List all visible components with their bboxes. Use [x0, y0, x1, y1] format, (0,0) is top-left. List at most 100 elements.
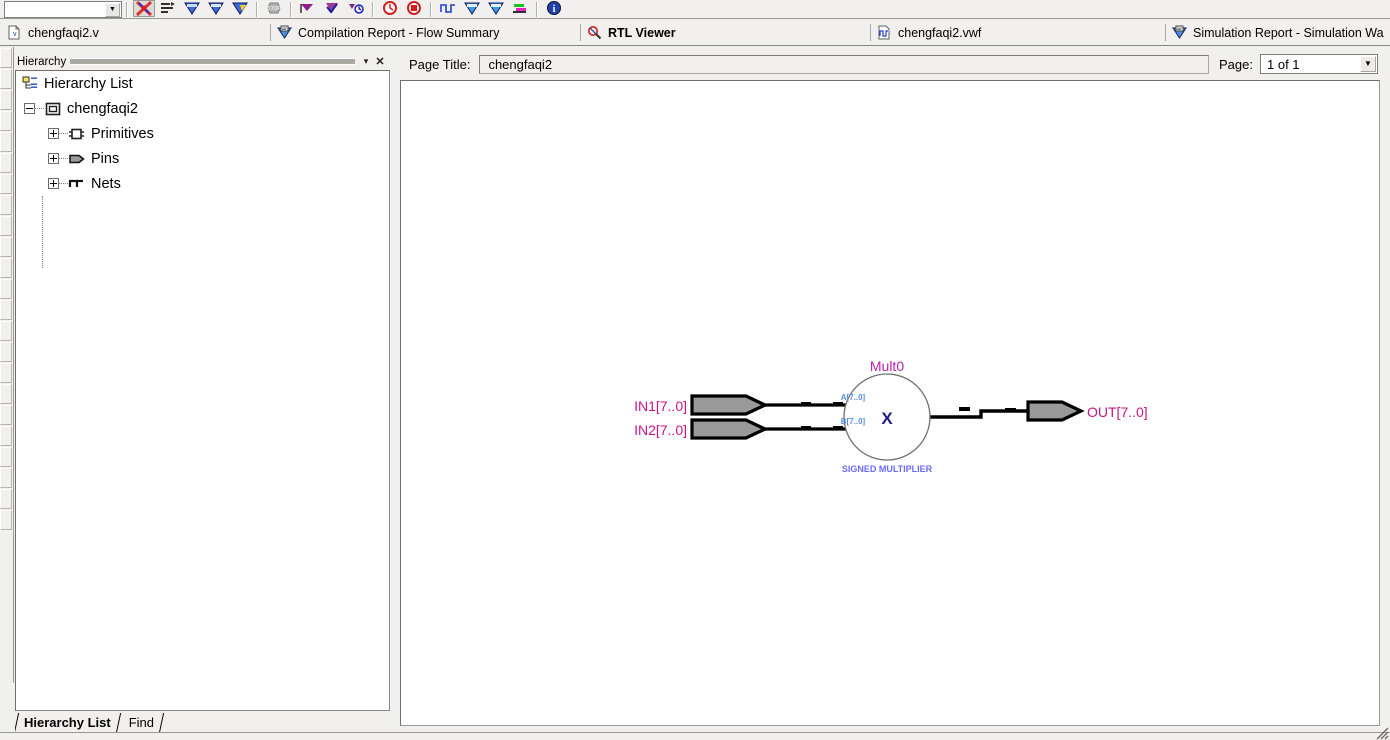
left-strip-button[interactable]	[0, 447, 12, 467]
left-strip-button[interactable]	[0, 195, 12, 215]
expand-toggle-icon[interactable]	[48, 128, 59, 139]
input-pin-in2[interactable]: IN2[7..0]	[634, 418, 769, 440]
document-tab-label: Compilation Report - Flow Summary	[298, 25, 500, 40]
output-pin-out[interactable]: OUT[7..0]	[1026, 400, 1148, 422]
hierarchy-panel: Hierarchy ▾ ✕ Hierarchy List chengfaqi2 …	[15, 54, 390, 733]
instance-type-label: SIGNED MULTIPLIER	[842, 464, 933, 474]
left-strip-button[interactable]	[0, 174, 12, 194]
rtl-schematic[interactable]: X Mult0 SIGNED MULTIPLIER A[7..0] B[7..0…	[401, 81, 1379, 725]
hierarchy-scope-combo[interactable]: ▼	[4, 1, 122, 18]
analysis-synthesis-icon[interactable]	[205, 0, 227, 17]
expand-toggle-icon[interactable]	[48, 178, 59, 189]
hierarchy-tree[interactable]: Hierarchy List chengfaqi2 Primitives Pin…	[15, 70, 390, 711]
svg-text:i: i	[553, 4, 556, 15]
pin-planner-icon[interactable]	[509, 0, 531, 17]
tree-item-label: Hierarchy List	[44, 75, 133, 92]
toolbar-separator	[126, 2, 128, 17]
expand-toggle-icon[interactable]	[48, 153, 59, 164]
page-select[interactable]: 1 of 1 ▼	[1260, 54, 1378, 74]
input-pin-label-in1: IN1[7..0]	[634, 398, 687, 414]
left-strip-button[interactable]	[0, 90, 12, 110]
tree-item-chengfaqi2[interactable]: chengfaqi2	[16, 96, 389, 121]
schematic-canvas[interactable]: X Mult0 SIGNED MULTIPLIER A[7..0] B[7..0…	[400, 80, 1380, 726]
left-strip-button[interactable]	[0, 405, 12, 425]
tab-hierarchy-list[interactable]: Hierarchy List	[15, 712, 121, 733]
page-label: Page:	[1219, 56, 1253, 72]
tree-item-pins[interactable]: Pins	[16, 146, 389, 171]
report-icon	[276, 25, 292, 41]
tree-connector	[59, 132, 68, 135]
document-tab-verilog[interactable]: v chengfaqi2.v	[0, 20, 270, 45]
left-strip-button[interactable]	[0, 300, 12, 320]
tab-edge	[15, 713, 20, 733]
tab-label: Hierarchy List	[24, 715, 111, 730]
toolbar-separator	[430, 2, 432, 17]
left-strip-button[interactable]	[0, 321, 12, 341]
page-title-label: Page Title:	[409, 56, 471, 72]
fitter-icon[interactable]	[229, 0, 251, 17]
tab-separator	[870, 24, 871, 41]
hierarchy-list-icon	[21, 76, 39, 92]
stop-processing-icon[interactable]: STOP	[263, 0, 285, 17]
left-strip-button[interactable]	[0, 153, 12, 173]
document-tab-compilation-report[interactable]: Compilation Report - Flow Summary	[270, 20, 580, 45]
hierarchy-panel-header: Hierarchy ▾ ✕	[15, 54, 390, 69]
tree-connector	[59, 157, 68, 160]
quartus-rtl-viewer-window: ▼ STOP i v chengfaqi2.v Compilation Repo…	[0, 0, 1390, 740]
tree-item-label: Nets	[91, 175, 121, 192]
page-select-value: 1 of 1	[1267, 56, 1300, 72]
left-strip-button[interactable]	[0, 279, 12, 299]
collapse-toggle-icon[interactable]	[24, 103, 35, 114]
programmer-icon[interactable]	[297, 0, 319, 17]
rtl-viewer-pane: Page Title: chengfaqi2 Page: 1 of 1 ▼ X …	[396, 50, 1390, 732]
left-strip-button[interactable]	[0, 216, 12, 236]
page-title-input[interactable]: chengfaqi2	[479, 54, 1210, 74]
left-tool-strip	[0, 47, 14, 683]
left-strip-button[interactable]	[0, 342, 12, 362]
left-strip-button[interactable]	[0, 384, 12, 404]
left-strip-button[interactable]	[0, 132, 12, 152]
chevron-down-icon[interactable]: ▼	[1360, 56, 1376, 72]
help-icon[interactable]: i	[543, 0, 565, 17]
tab-separator	[1165, 24, 1166, 41]
toolbar-separator	[372, 2, 374, 17]
tab-label: Find	[128, 715, 154, 730]
toolbar-separator	[290, 2, 292, 17]
left-strip-button[interactable]	[0, 111, 12, 131]
rtl-viewer-icon[interactable]	[461, 0, 483, 17]
technology-map-icon[interactable]	[485, 0, 507, 17]
rtl-viewer-toolbar: Page Title: chengfaqi2 Page: 1 of 1 ▼	[396, 50, 1390, 78]
left-strip-button[interactable]	[0, 258, 12, 278]
document-tab-rtl-viewer[interactable]: RTL Viewer	[580, 20, 870, 45]
document-tab-waveform-file[interactable]: chengfaqi2.vwf	[870, 20, 1165, 45]
timing-analyzer-icon[interactable]	[345, 0, 367, 17]
svg-text:v: v	[13, 31, 17, 38]
left-strip-button[interactable]	[0, 426, 12, 446]
tree-item-hierarchy-list[interactable]: Hierarchy List	[16, 71, 389, 96]
chevron-down-icon[interactable]: ▼	[105, 2, 120, 17]
close-icon[interactable]: ✕	[373, 55, 387, 68]
assignment-editor-icon[interactable]	[157, 0, 179, 17]
stop-simulation-icon[interactable]	[403, 0, 425, 17]
chevron-down-icon[interactable]: ▾	[359, 55, 373, 68]
document-tab-simulation-report[interactable]: Simulation Report - Simulation Wa	[1165, 20, 1390, 45]
start-simulation-icon[interactable]	[379, 0, 401, 17]
hierarchy-panel-tabs: Hierarchy List Find	[15, 711, 390, 733]
input-pin-in1[interactable]: IN1[7..0]	[634, 394, 769, 416]
left-strip-button[interactable]	[0, 489, 12, 509]
compile-design-icon[interactable]	[181, 0, 203, 17]
panel-drag-grip[interactable]	[70, 58, 355, 65]
left-strip-button[interactable]	[0, 237, 12, 257]
tab-find[interactable]: Find	[120, 712, 165, 733]
resize-grip[interactable]	[1375, 726, 1389, 740]
compile-stop-icon[interactable]	[133, 0, 155, 17]
left-strip-button[interactable]	[0, 510, 12, 530]
waveform-editor-icon[interactable]	[437, 0, 459, 17]
tree-item-nets[interactable]: Nets	[16, 171, 389, 196]
left-strip-button[interactable]	[0, 468, 12, 488]
tree-item-primitives[interactable]: Primitives	[16, 121, 389, 146]
left-strip-button[interactable]	[0, 69, 12, 89]
left-strip-button[interactable]	[0, 363, 12, 383]
left-strip-button[interactable]	[0, 48, 12, 68]
check-icon[interactable]	[321, 0, 343, 17]
